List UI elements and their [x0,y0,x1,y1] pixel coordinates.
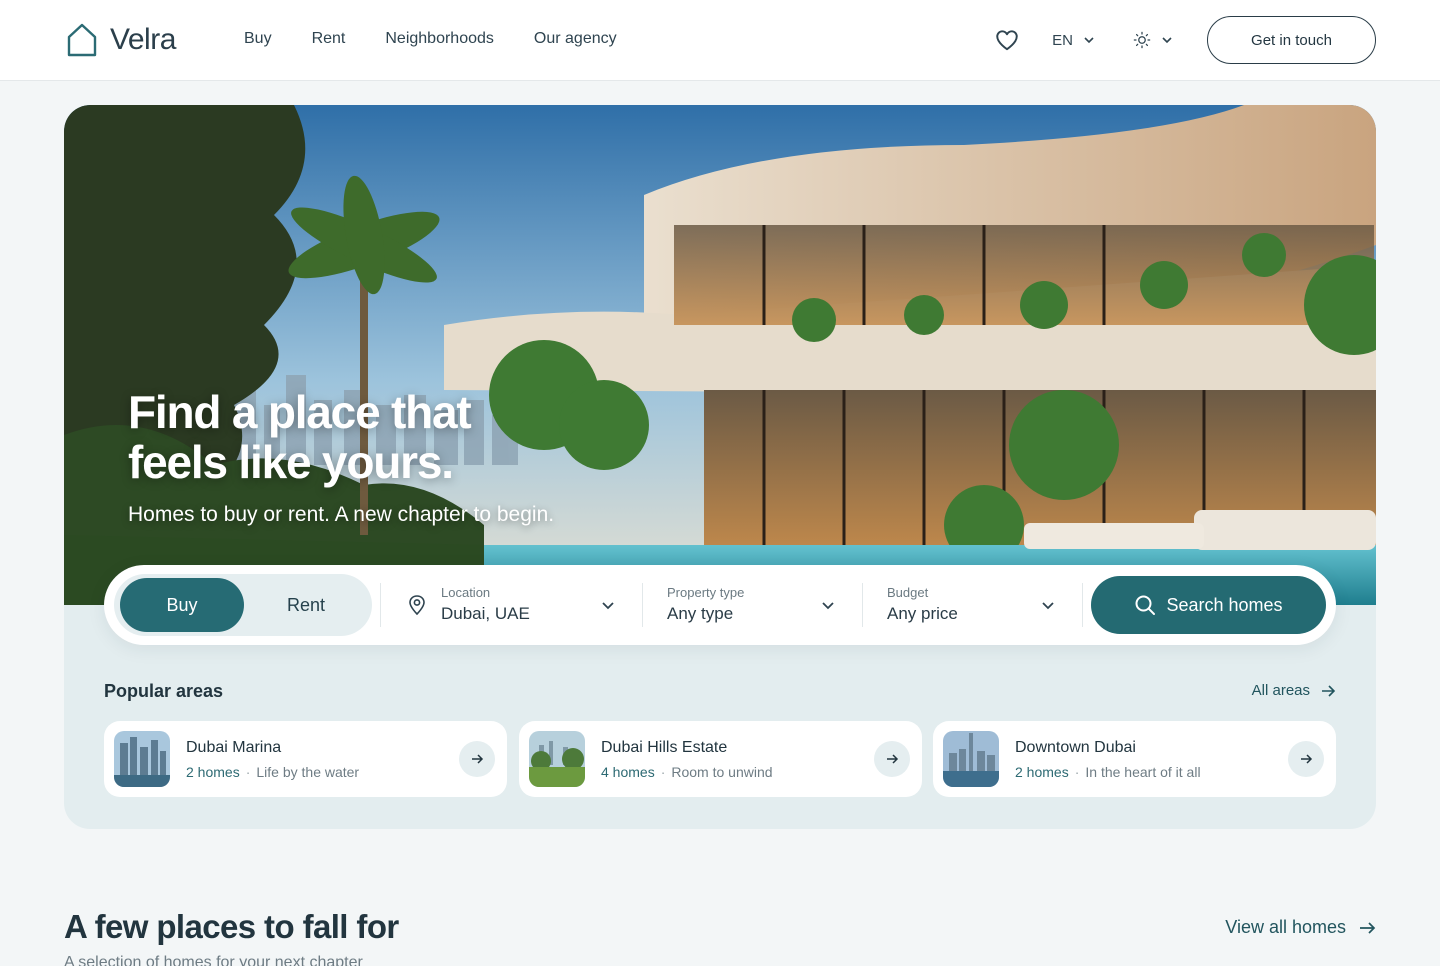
hero-section: Find a place that feels like yours. Home… [64,105,1376,829]
budget-label: Budget [887,585,929,600]
marina-thumbnail-image [114,731,170,787]
chevron-down-icon [1084,37,1094,44]
villa-photo [64,105,1376,605]
area-thumbnail [114,731,170,787]
buy-rent-toggle: Buy Rent [114,574,372,636]
main-nav: Buy Rent Neighborhoods Our agency [244,30,617,48]
area-arrow-button[interactable] [874,741,910,777]
property-type-value: Any type [667,604,734,623]
divider [1082,583,1083,627]
area-count: 2 homes [186,764,240,780]
budget-value: Any price [887,604,958,623]
logo-text: Velra [110,23,176,56]
arrow-right-icon [472,754,484,764]
property-type-label: Property type [667,585,745,600]
area-thumbnail [529,731,585,787]
nav-neighborhoods[interactable]: Neighborhoods [385,30,494,48]
featured-title: A few places to fall for [64,908,399,945]
area-name: Dubai Marina [186,739,282,756]
arrow-right-icon [1322,684,1336,697]
view-all-label: View all homes [1225,917,1346,937]
area-card-downtown-dubai[interactable]: Downtown Dubai 2 homes · In the heart of i… [933,721,1336,797]
theme-selector[interactable] [1133,31,1173,49]
hills-thumbnail-image [529,731,585,787]
hero-title: Find a place that feels like yours. [128,387,648,487]
nav-buy[interactable]: Buy [244,30,272,48]
heart-icon[interactable] [994,27,1020,53]
hero-image [64,105,1376,605]
area-arrow-button[interactable] [459,741,495,777]
area-tagline: Room to unwind [671,764,773,780]
area-count: 2 homes [1015,764,1069,780]
nav-our-agency[interactable]: Our agency [534,30,617,48]
hero-title-line2: feels like yours. [128,436,454,488]
area-meta: 2 homes · In the heart of it all [1015,764,1201,780]
arrow-right-icon [1360,921,1376,934]
divider [380,583,381,627]
mode-buy-button[interactable]: Buy [120,578,244,632]
divider [862,583,863,627]
site-header: Velra Buy Rent Neighborhoods Our agency … [0,0,1440,81]
search-icon [1135,595,1156,615]
sun-icon [1133,31,1151,49]
arrow-right-icon [887,754,899,764]
area-thumbnail [943,731,999,787]
area-arrow-button[interactable] [1288,741,1324,777]
area-name: Downtown Dubai [1015,739,1136,756]
area-card-dubai-marina[interactable]: Dubai Marina 2 homes · Life by the water [104,721,507,797]
nav-rent[interactable]: Rent [312,30,346,48]
downtown-thumbnail-image [943,731,999,787]
location-value: Dubai, UAE [441,604,530,623]
area-count: 4 homes [601,764,655,780]
separator-dot: · [660,764,666,780]
chevron-down-icon[interactable] [1041,598,1055,612]
search-homes-button[interactable]: Search homes [1091,576,1326,634]
hero-title-line1: Find a place that [128,386,472,438]
chevron-down-icon [1162,37,1172,44]
separator-dot: · [1074,764,1080,780]
divider [642,583,643,627]
chevron-down-icon[interactable] [601,598,615,612]
chevron-down-icon[interactable] [821,598,835,612]
house-logo-icon [67,23,97,57]
budget-field[interactable]: Budget Any price [887,585,958,624]
popular-areas-title: Popular areas [104,681,224,701]
location-pin-icon [409,595,425,616]
view-all-homes-link[interactable]: View all homes [1225,917,1376,938]
search-homes-label: Search homes [1166,594,1283,615]
get-in-touch-button[interactable]: Get in touch [1207,16,1376,64]
area-name: Dubai Hills Estate [601,739,728,756]
hero-subtitle: Homes to buy or rent. A new chapter to b… [128,503,555,526]
featured-subtitle: A selection of homes for your next chapt… [64,954,363,966]
all-areas-label: All areas [1251,682,1310,699]
arrow-right-icon [1301,754,1313,764]
area-meta: 2 homes · Life by the water [186,764,359,780]
area-tagline: Life by the water [256,764,360,780]
area-tagline: In the heart of it all [1085,764,1201,780]
location-field[interactable]: Location Dubai, UAE [441,585,530,624]
mode-rent-button[interactable]: Rent [244,578,368,632]
logo[interactable]: Velra [66,22,176,58]
area-card-dubai-hills[interactable]: Dubai Hills Estate 4 homes · Room to unwin… [519,721,922,797]
all-areas-link[interactable]: All areas [1252,682,1336,699]
area-meta: 4 homes · Room to unwind [601,764,773,780]
language-selector[interactable]: EN [1052,32,1095,49]
header-actions: EN Get in touch [994,16,1376,64]
language-label: EN [1052,31,1073,49]
separator-dot: · [245,764,251,780]
property-type-field[interactable]: Property type Any type [667,585,744,624]
location-label: Location [441,585,491,600]
search-bar: Buy Rent Location Dubai, UAE Property ty… [104,565,1336,645]
